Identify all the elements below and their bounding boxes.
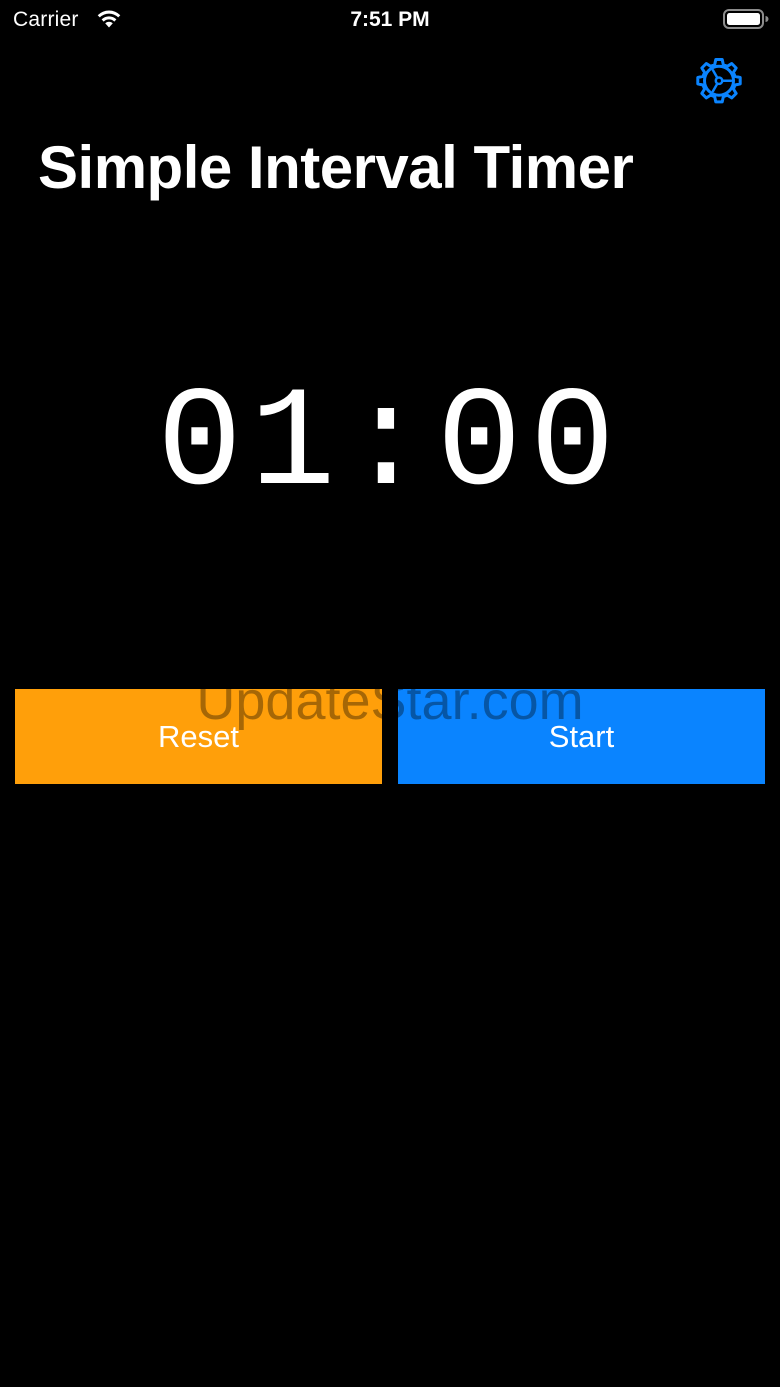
page-title: Simple Interval Timer [38, 134, 634, 201]
start-button[interactable]: Start [398, 689, 765, 784]
reset-button[interactable]: Reset [15, 689, 382, 784]
start-button-label: Start [548, 718, 615, 754]
reset-button-label: Reset [158, 718, 239, 754]
status-bar: Carrier 7:51 PM [0, 0, 780, 42]
battery-icon [723, 9, 769, 29]
status-time: 7:51 PM [350, 8, 430, 31]
timer-display: 01:00 [156, 365, 624, 526]
gear-icon[interactable] [695, 56, 743, 104]
